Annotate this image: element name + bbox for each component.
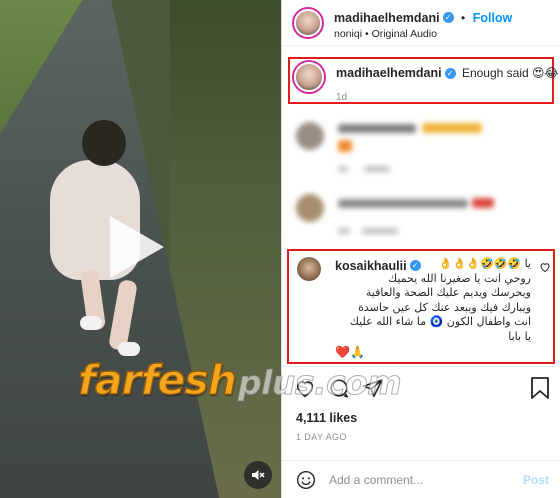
like-comment-icon[interactable] — [539, 261, 551, 273]
watermark-part2: plus.com — [237, 363, 402, 403]
caption-emojis: 😍😂 — [532, 66, 559, 80]
post-header: madihaelhemdani ✓ • Follow noniqi • Origi… — [282, 0, 560, 46]
comment-line: انت واطفال الكون 🧿 ما شاء الله عليك — [349, 315, 531, 328]
watermark: farfesh plus.com — [77, 355, 402, 408]
comment-line: ويحرسك ويديم عليك الصحة والعافية — [365, 286, 531, 299]
caption-time: 1d — [336, 92, 348, 103]
author-username[interactable]: madihaelhemdani — [334, 11, 440, 25]
smiley-face-icon[interactable] — [296, 470, 316, 490]
post-video[interactable] — [0, 0, 281, 498]
verified-badge-icon: ✓ — [442, 12, 454, 24]
bookmark-icon[interactable] — [530, 377, 550, 399]
author-avatar[interactable] — [294, 9, 322, 37]
watermark-part1: farfesh — [77, 355, 237, 405]
highlighted-comment: kosaikhaulii ✓ يا 🤣🤣🤣👌👌👌 روحي انت يا صغير… — [287, 249, 555, 364]
play-icon[interactable] — [104, 212, 168, 282]
likes-count[interactable]: 4,111 likes — [296, 411, 357, 425]
comment-line: روحي انت يا صغيرنا الله يحميك — [388, 271, 531, 285]
caption-highlight: madihaelhemdani ✓ Enough said 😍😂 1d — [288, 57, 559, 104]
caption-username[interactable]: madihaelhemdani — [336, 66, 442, 80]
post-date[interactable]: 1 DAY AGO — [296, 432, 347, 442]
verified-badge-icon: ✓ — [444, 68, 456, 80]
comment-input[interactable]: Add a comment... — [329, 473, 423, 487]
mute-button[interactable] — [244, 461, 272, 489]
post-comment-button[interactable]: Post — [523, 473, 549, 487]
comment-composer: Add a comment... Post — [282, 460, 560, 498]
follow-button[interactable]: Follow — [473, 11, 513, 25]
comment-line: ويبارك فيك ويبعد عنك كل عين حاسدة — [358, 300, 531, 314]
caption-text: Enough said — [461, 66, 529, 80]
comment-text: يا 🤣🤣🤣👌👌👌 روحي انت يا صغيرنا الله يحميك … — [295, 257, 531, 344]
caption-avatar[interactable] — [294, 62, 324, 92]
comment-line: يا بابا — [508, 329, 531, 343]
audio-artist[interactable]: noniqi — [334, 28, 362, 40]
muted-speaker-icon — [252, 470, 265, 480]
comment-line: يا 🤣🤣🤣👌👌👌 — [438, 257, 531, 270]
audio-label[interactable]: Original Audio — [372, 28, 437, 40]
audio-separator: • — [364, 28, 369, 40]
post-details-panel: madihaelhemdani ✓ • Follow noniqi • Origi… — [281, 0, 560, 498]
